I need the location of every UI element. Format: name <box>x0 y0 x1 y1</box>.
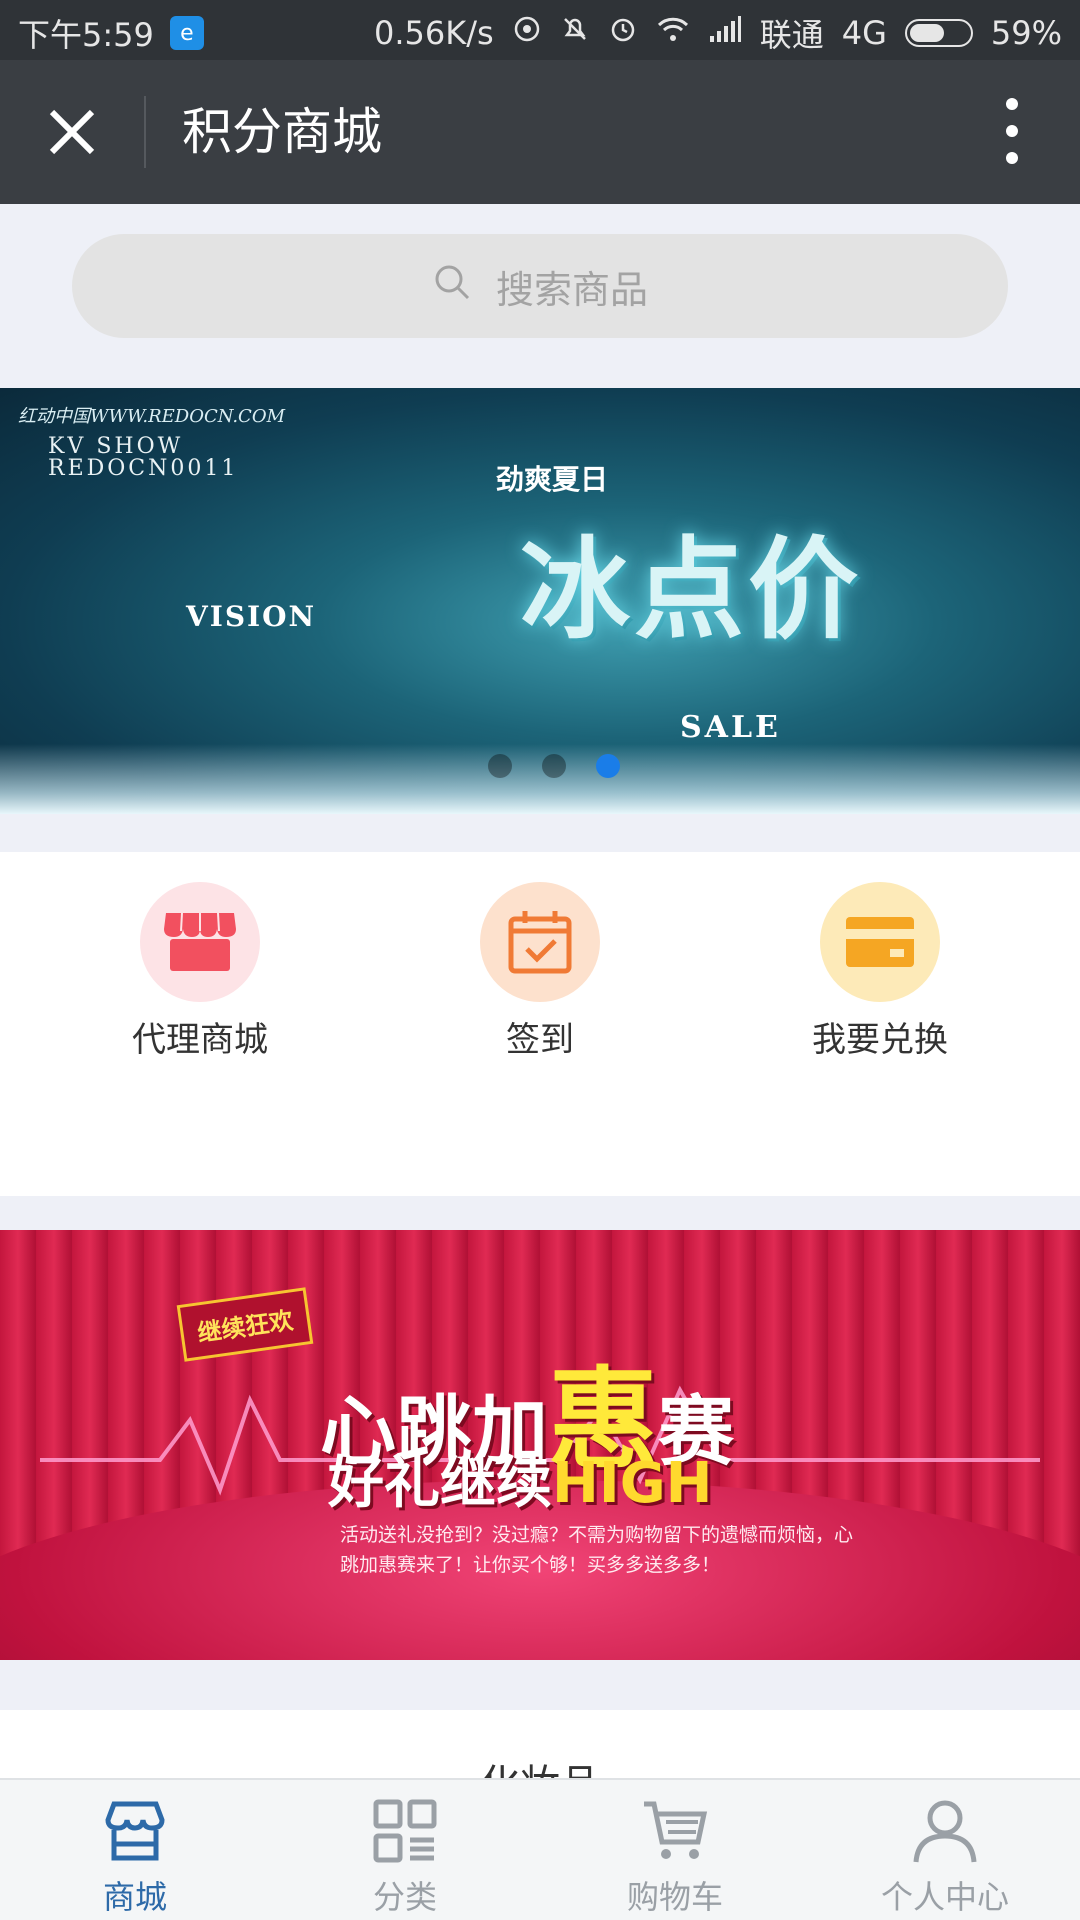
notification-app-icon: e <box>169 16 204 50</box>
tab-shop[interactable]: 商城 <box>35 1796 235 1918</box>
signal-icon <box>708 14 742 52</box>
tab-label: 分类 <box>372 1878 437 1916</box>
title-bar: 积分商城 <box>0 60 1080 204</box>
battery-icon <box>904 19 973 47</box>
carousel-dot[interactable] <box>488 754 512 778</box>
tab-profile[interactable]: 个人中心 <box>845 1796 1045 1918</box>
page-title: 积分商城 <box>182 103 382 161</box>
shop-icon <box>100 1796 170 1866</box>
search-icon <box>432 262 472 311</box>
banner-subtitle-highlight: HIGH <box>552 1451 713 1516</box>
quick-item-label: 签到 <box>506 1020 574 1060</box>
wifi-icon <box>656 14 690 52</box>
banner-description: 活动送礼没抢到？没过瘾？不需为购物留下的遗憾而烦恼，心跳加惠赛来了！让你买个够！… <box>340 1524 854 1576</box>
cart-icon <box>640 1796 710 1866</box>
title-divider <box>144 96 146 168</box>
search-area: 搜索商品 <box>0 204 1080 368</box>
banner-vision-text: VISION <box>186 600 317 633</box>
banner-sale-text: SALE <box>680 710 781 745</box>
banner-subtitle-line: 好礼继续HIGH <box>328 1438 713 1519</box>
quick-item-label: 我要兑换 <box>812 1020 948 1060</box>
tab-label: 商城 <box>102 1878 167 1916</box>
network-type: 4G <box>841 14 887 52</box>
carousel-indicator[interactable] <box>488 754 620 778</box>
hotspot-icon <box>512 14 542 52</box>
tab-label: 购物车 <box>626 1878 723 1916</box>
quick-menu: 代理商城 签到 我要兑换 <box>0 852 1080 1196</box>
banner-tag: 继续狂欢 <box>176 1287 314 1362</box>
quick-item-label: 代理商城 <box>132 1020 268 1060</box>
category-icon <box>370 1796 440 1866</box>
card-icon <box>820 882 940 1002</box>
banner-subtitle: 劲爽夏日 <box>496 463 609 496</box>
store-icon <box>140 882 260 1002</box>
search-placeholder: 搜索商品 <box>495 267 648 312</box>
user-icon <box>910 1796 980 1866</box>
calendar-check-icon <box>480 882 600 1002</box>
quick-item-agent-mall[interactable]: 代理商城 <box>90 882 310 1061</box>
tab-cart[interactable]: 购物车 <box>575 1796 775 1918</box>
banner-kv-line1: KV SHOW <box>48 434 184 459</box>
banner-site-text: 红动中国WWW.REDOCN.COM <box>18 406 286 427</box>
search-input[interactable]: 搜索商品 <box>72 234 1008 338</box>
promo-banner-carousel[interactable]: 红动中国WWW.REDOCN.COM KV SHOW REDOCN0011 VI… <box>0 388 1080 814</box>
quick-item-redeem[interactable]: 我要兑换 <box>770 882 990 1061</box>
carousel-dot[interactable] <box>596 754 620 778</box>
close-icon[interactable] <box>42 102 102 162</box>
promo-banner-heartbeat[interactable]: 继续狂欢 心跳加惠赛 好礼继续HIGH 活动送礼没抢到？没过瘾？不需为购物留下的… <box>0 1230 1080 1660</box>
quick-item-checkin[interactable]: 签到 <box>430 882 650 1061</box>
network-speed: 0.56K/s <box>374 14 494 52</box>
mute-icon <box>560 14 590 52</box>
tab-label: 个人中心 <box>880 1878 1009 1916</box>
banner-kv-line2: REDOCN0011 <box>48 456 239 481</box>
carousel-dot[interactable] <box>542 754 566 778</box>
carrier-name: 联通 <box>759 16 824 54</box>
banner-headline: 冰点价 <box>520 526 862 654</box>
battery-percent: 59% <box>990 14 1062 52</box>
battery-level <box>909 24 944 42</box>
more-menu-icon[interactable] <box>1004 98 1020 164</box>
status-bar: 下午5:59 e 0.56K/s 联通 4G 59% <box>0 0 1080 60</box>
bottom-tab-bar: 商城 分类 购物车 个人中心 <box>0 1778 1080 1920</box>
banner-subtitle-part-a: 好礼继续 <box>328 1451 552 1516</box>
status-time: 下午5:59 <box>18 16 154 54</box>
banner-kv-text: KV SHOW REDOCN0011 <box>48 436 238 480</box>
tab-category[interactable]: 分类 <box>305 1796 505 1918</box>
alarm-icon <box>608 14 638 52</box>
